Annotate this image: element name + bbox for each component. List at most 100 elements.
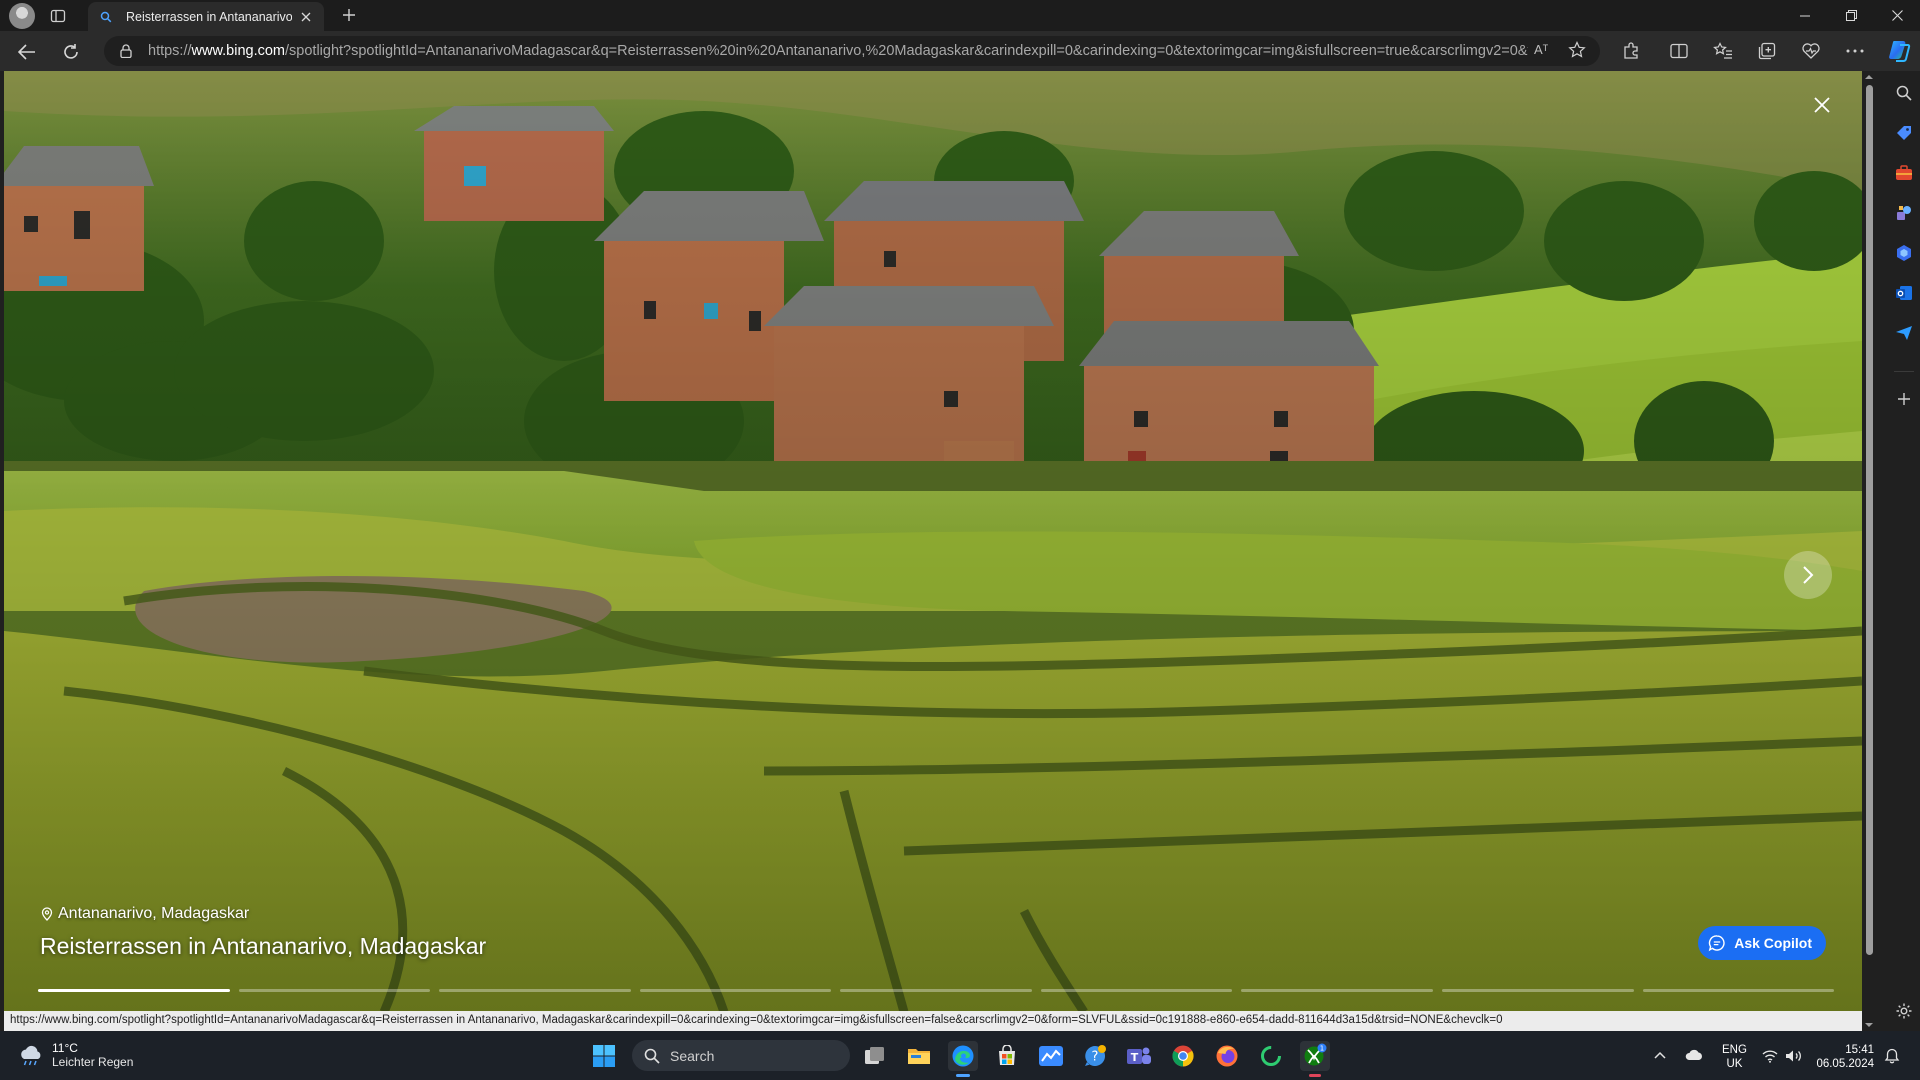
split-screen-icon[interactable] xyxy=(1668,40,1690,62)
spotlight-image-viewer: Antananarivo, Madagaskar Reisterrassen i… xyxy=(4,71,1862,1012)
tab-close-icon[interactable] xyxy=(298,9,314,25)
input-language[interactable]: ENG UK xyxy=(1722,1043,1747,1071)
svg-text:T: T xyxy=(1131,1051,1139,1064)
wifi-icon[interactable] xyxy=(1760,1046,1780,1066)
extensions-puzzle-icon[interactable] xyxy=(1620,40,1642,62)
sidebar-games-icon[interactable] xyxy=(1894,203,1914,223)
slide-progress-segment[interactable] xyxy=(38,989,230,992)
loading-ring-app-icon[interactable] xyxy=(1256,1041,1286,1071)
sidebar-search-icon[interactable] xyxy=(1894,83,1914,103)
more-menu-icon[interactable] xyxy=(1844,40,1866,62)
clock-time: 15:41 xyxy=(1845,1044,1874,1056)
get-help-icon[interactable]: ? xyxy=(1080,1041,1110,1071)
slide-progress-segment[interactable] xyxy=(840,989,1032,992)
reload-icon[interactable] xyxy=(59,40,83,64)
collections-icon[interactable] xyxy=(1756,40,1778,62)
scroll-up-arrow-icon[interactable] xyxy=(1864,73,1874,81)
window-close-icon[interactable] xyxy=(1874,0,1920,31)
weather-description: Leichter Regen xyxy=(52,1055,134,1069)
svg-text:1: 1 xyxy=(1320,1045,1324,1053)
weather-temperature: 11°C xyxy=(52,1041,78,1055)
myfxbook-chart-icon[interactable] xyxy=(1036,1041,1066,1071)
link-status-bar: https://www.bing.com/spotlight?spotlight… xyxy=(4,1011,1862,1031)
tray-overflow-chevron-icon[interactable] xyxy=(1650,1045,1670,1065)
browser-tab-bar: Reisterrassen in Antananarivo, M xyxy=(0,0,1920,31)
back-arrow-icon[interactable] xyxy=(15,40,39,64)
chat-bubble-icon xyxy=(1708,935,1725,952)
windows-start-icon[interactable] xyxy=(592,1044,616,1068)
close-spotlight-icon[interactable] xyxy=(1808,91,1836,119)
spotlight-location[interactable]: Antananarivo, Madagaskar xyxy=(40,905,486,923)
open-app-indicator xyxy=(1309,1074,1321,1077)
rain-cloud-icon xyxy=(21,1045,41,1065)
edge-sidebar xyxy=(1888,71,1920,1031)
system-clock[interactable]: 15:41 06.05.2024 xyxy=(1812,1043,1874,1071)
ask-copilot-button[interactable]: Ask Copilot xyxy=(1698,926,1826,960)
clock-date: 06.05.2024 xyxy=(1816,1058,1874,1070)
sidebar-send-icon[interactable] xyxy=(1894,323,1914,343)
new-tab-plus-icon[interactable] xyxy=(338,4,360,26)
rice-terraces-photo xyxy=(4,71,1862,1012)
sidebar-add-icon[interactable] xyxy=(1894,389,1914,409)
slide-progress-segment[interactable] xyxy=(1241,989,1433,992)
slide-progress-segment[interactable] xyxy=(439,989,631,992)
windows-taskbar: 11°C Leichter Regen Search ? T 1 ENG UK … xyxy=(0,1031,1920,1080)
slide-progress-segment[interactable] xyxy=(238,989,431,992)
favorite-star-icon[interactable] xyxy=(1568,41,1588,61)
microsoft-store-icon[interactable] xyxy=(992,1041,1022,1071)
url-text: https://www.bing.com/spotlight?spotlight… xyxy=(148,43,1528,59)
sidebar-shopping-tag-icon[interactable] xyxy=(1894,123,1914,143)
spotlight-caption: Antananarivo, Madagaskar Reisterrassen i… xyxy=(40,905,486,960)
copilot-icon[interactable] xyxy=(1886,38,1912,64)
address-bar[interactable]: https://www.bing.com/spotlight?spotlight… xyxy=(104,36,1600,66)
browser-essentials-heart-icon[interactable] xyxy=(1800,40,1822,62)
next-slide-chevron-icon[interactable] xyxy=(1784,551,1832,599)
browser-toolbar: https://www.bing.com/spotlight?spotlight… xyxy=(0,31,1920,71)
onedrive-cloud-icon[interactable] xyxy=(1684,1045,1704,1065)
ask-copilot-label: Ask Copilot xyxy=(1734,935,1812,951)
task-view-icon[interactable] xyxy=(860,1041,890,1071)
read-aloud-icon[interactable]: Aᵀ xyxy=(1534,42,1554,60)
sidebar-settings-gear-icon[interactable] xyxy=(1894,1001,1914,1021)
edge-browser-icon[interactable] xyxy=(948,1041,978,1077)
volume-icon[interactable] xyxy=(1784,1046,1804,1066)
profile-avatar-icon[interactable] xyxy=(9,3,35,29)
lock-icon[interactable] xyxy=(118,43,134,59)
taskbar-search-box[interactable]: Search xyxy=(632,1040,850,1071)
teams-icon[interactable]: T xyxy=(1124,1041,1154,1071)
search-icon xyxy=(644,1048,660,1064)
slide-progress-segment[interactable] xyxy=(1642,989,1835,992)
slide-progress-segment[interactable] xyxy=(1040,989,1233,992)
xbox-icon[interactable]: 1 xyxy=(1300,1041,1330,1077)
slide-progress-segment[interactable] xyxy=(1441,989,1634,992)
active-tab[interactable]: Reisterrassen in Antananarivo, M xyxy=(88,2,324,31)
tab-title: Reisterrassen in Antananarivo, M xyxy=(126,9,292,24)
minimize-icon[interactable] xyxy=(1782,0,1828,31)
language-code: ENG xyxy=(1722,1044,1747,1056)
chrome-icon[interactable] xyxy=(1168,1041,1198,1071)
file-explorer-icon[interactable] xyxy=(904,1041,934,1071)
spotlight-title[interactable]: Reisterrassen in Antananarivo, Madagaska… xyxy=(40,933,486,960)
notification-bell-icon[interactable] xyxy=(1882,1046,1902,1066)
scroll-down-arrow-icon[interactable] xyxy=(1864,1021,1874,1029)
favorites-list-icon[interactable] xyxy=(1712,40,1734,62)
svg-text:?: ? xyxy=(1092,1050,1099,1065)
sidebar-divider xyxy=(1894,371,1914,391)
search-placeholder: Search xyxy=(670,1047,715,1064)
restore-icon[interactable] xyxy=(1828,0,1874,31)
slide-progress-segment[interactable] xyxy=(639,989,832,992)
bing-search-icon xyxy=(98,9,114,25)
sidebar-outlook-icon[interactable] xyxy=(1894,283,1914,303)
firefox-icon[interactable] xyxy=(1212,1041,1242,1071)
location-pin-icon xyxy=(41,907,53,921)
page-scrollbar[interactable] xyxy=(1862,71,1876,1031)
location-text: Antananarivo, Madagaskar xyxy=(58,905,250,922)
slide-progress-bar xyxy=(38,989,1835,992)
sidebar-tools-briefcase-icon[interactable] xyxy=(1894,163,1914,183)
active-app-indicator xyxy=(956,1074,970,1077)
keyboard-layout: UK xyxy=(1726,1058,1743,1070)
sidebar-copilot-icon[interactable] xyxy=(1894,243,1914,263)
scroll-thumb[interactable] xyxy=(1866,85,1873,955)
tab-actions-icon[interactable] xyxy=(48,6,68,26)
weather-widget[interactable]: 11°C Leichter Regen xyxy=(18,1041,133,1070)
